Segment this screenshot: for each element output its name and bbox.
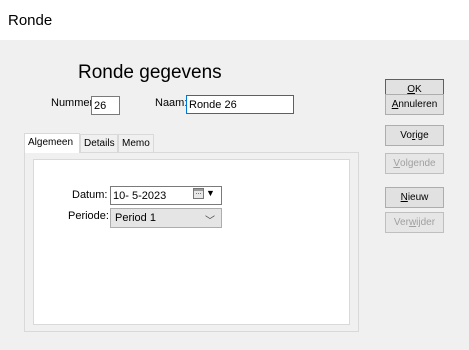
naam-label: Naam: (155, 97, 188, 109)
volgende-button[interactable]: Volgende (385, 153, 444, 174)
window-title: Ronde (8, 12, 53, 29)
periode-value: Period 1 (115, 212, 156, 224)
tab-algemeen[interactable]: Algemeen (24, 133, 80, 153)
page-heading: Ronde gegevens (78, 62, 222, 83)
title-bar: Ronde (0, 0, 469, 41)
nummer-field[interactable]: 26 (91, 96, 120, 115)
datum-label: Datum: (72, 189, 108, 201)
chevron-down-icon: ﹀ (205, 216, 215, 227)
naam-field[interactable]: Ronde 26 (186, 95, 294, 114)
tab-panel-content (33, 159, 350, 325)
tab-panel-algemeen (24, 152, 359, 332)
nummer-label: Nummer: (51, 97, 97, 109)
vorige-button[interactable]: Vo r ige (385, 125, 444, 146)
periode-label: Periode: (68, 210, 109, 222)
annuleren-button[interactable]: Annuleren (385, 94, 444, 115)
nieuw-button[interactable]: Nieuw (385, 187, 444, 208)
nieuw-accel: N (400, 192, 408, 203)
periode-select[interactable]: Period 1 ﹀ (110, 208, 222, 228)
tab-memo[interactable]: Memo (118, 134, 154, 152)
annuleren-accel: A (391, 99, 399, 110)
volgende-accel: V (393, 158, 401, 169)
calendar-icon[interactable] (193, 188, 204, 199)
tab-details[interactable]: Details (80, 134, 118, 152)
verwijder-button[interactable]: Ver w ijder (385, 212, 444, 233)
verwijder-accel: w (408, 217, 417, 228)
date-dropdown-icon[interactable]: ▼ (206, 188, 215, 198)
